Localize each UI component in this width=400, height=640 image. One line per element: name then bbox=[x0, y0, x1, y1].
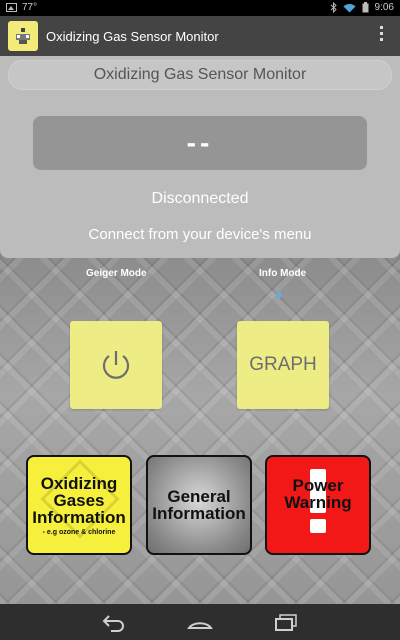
connection-hint: Connect from your device's menu bbox=[88, 226, 312, 243]
general-label-line2: Information bbox=[152, 504, 246, 523]
graph-button[interactable]: GRAPH bbox=[237, 321, 329, 409]
info-mode-label: Info Mode bbox=[259, 268, 307, 279]
panel-header: Oxidizing Gas Sensor Monitor bbox=[8, 60, 392, 90]
action-bar: Oxidizing Gas Sensor Monitor bbox=[0, 16, 400, 56]
status-bar: 77° 9:06 bbox=[0, 0, 400, 16]
oxidizing-sublabel: - e.g ozone & chlorine bbox=[42, 528, 116, 536]
oxidizing-label-line2: Gases bbox=[53, 490, 105, 510]
graph-button-label: GRAPH bbox=[249, 354, 317, 375]
overflow-menu-icon[interactable] bbox=[380, 26, 384, 41]
gallery-notification-icon bbox=[6, 3, 17, 12]
recent-apps-icon[interactable] bbox=[273, 612, 299, 632]
general-label-line1: General bbox=[167, 487, 231, 506]
power-warning-label-line1: Power bbox=[292, 476, 344, 495]
sensor-readout: -- bbox=[33, 116, 367, 170]
exclamation-dot-icon bbox=[310, 519, 326, 533]
power-warning-label-line2: Warning bbox=[284, 493, 352, 512]
oxidizing-label-line3: Information bbox=[32, 507, 126, 527]
clock: 9:06 bbox=[374, 2, 394, 13]
sensor-panel: Oxidizing Gas Sensor Monitor -- Disconne… bbox=[0, 56, 400, 258]
power-warning-button[interactable]: Power Warning bbox=[265, 455, 371, 555]
geiger-power-button[interactable] bbox=[70, 321, 162, 409]
connection-status: Disconnected bbox=[151, 190, 249, 207]
general-information-button[interactable]: General Information bbox=[146, 455, 252, 555]
oxidizing-label-line1: Oxidizing bbox=[40, 473, 118, 493]
geiger-mode-label: Geiger Mode bbox=[86, 268, 147, 279]
back-icon[interactable] bbox=[101, 612, 127, 632]
oxidizing-gases-info-button[interactable]: Oxidizing Gases Information - e.g ozone … bbox=[26, 455, 132, 555]
bluetooth-icon bbox=[330, 2, 337, 13]
temperature-indicator: 77° bbox=[22, 2, 38, 13]
navigation-bar bbox=[0, 604, 400, 640]
info-mode-indicator bbox=[276, 292, 282, 298]
wifi-icon bbox=[343, 3, 356, 12]
home-icon[interactable] bbox=[187, 612, 213, 632]
app-logo-icon bbox=[8, 21, 38, 51]
battery-icon bbox=[362, 2, 369, 13]
power-icon bbox=[102, 351, 130, 379]
app-title: Oxidizing Gas Sensor Monitor bbox=[46, 28, 219, 44]
